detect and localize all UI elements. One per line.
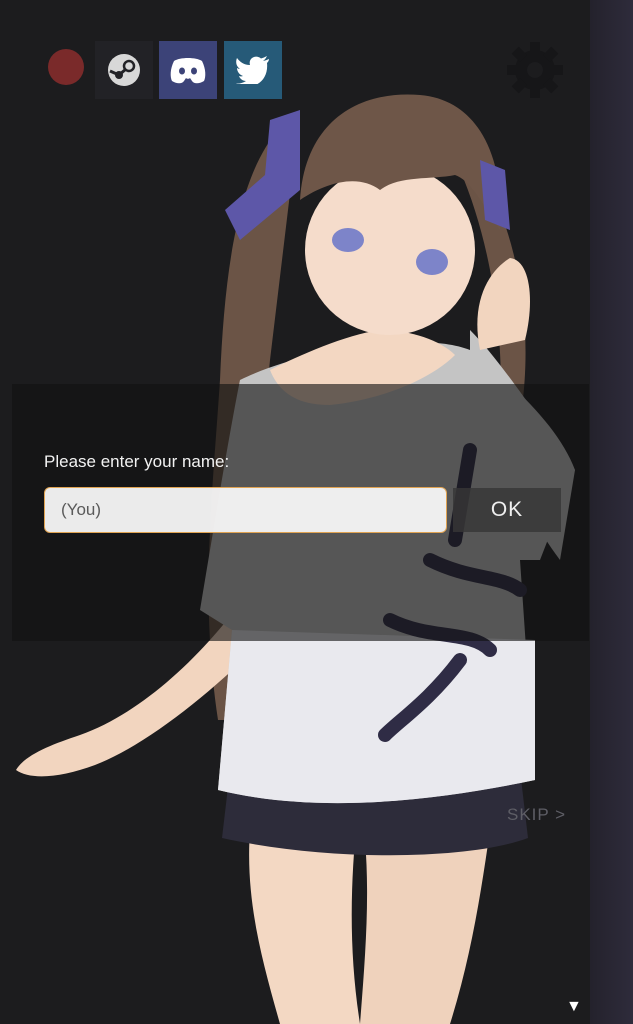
twitter-icon <box>236 56 269 84</box>
advance-arrow-icon[interactable]: ▼ <box>566 998 582 1016</box>
ok-button[interactable]: OK <box>453 488 561 532</box>
twitter-button[interactable] <box>224 41 282 99</box>
name-prompt-label: Please enter your name: <box>44 452 230 471</box>
skip-button[interactable]: SKIP > <box>507 805 566 825</box>
steam-icon <box>108 54 140 86</box>
game-screen: Please enter your name: OK SKIP > ▼ <box>0 0 633 1024</box>
gear-icon[interactable] <box>505 40 565 100</box>
name-input[interactable] <box>44 487 447 533</box>
discord-button[interactable] <box>159 41 217 99</box>
steam-button[interactable] <box>95 41 153 99</box>
record-button[interactable] <box>48 49 84 85</box>
discord-icon <box>170 58 206 84</box>
